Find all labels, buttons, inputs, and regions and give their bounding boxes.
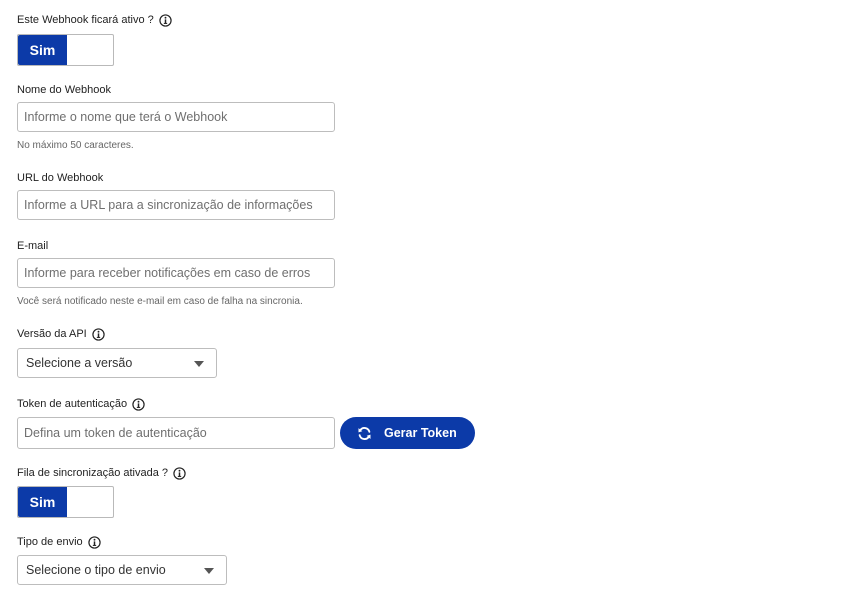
email-field-label: E-mail <box>17 240 49 252</box>
api-version-select[interactable]: Selecione a versão <box>17 348 217 378</box>
chevron-down-icon <box>194 361 204 367</box>
info-icon[interactable] <box>132 398 145 411</box>
info-icon[interactable] <box>173 467 186 480</box>
active-toggle-field: Este Webhook ficará ativo ? <box>17 14 172 27</box>
webhook-name-input[interactable] <box>17 102 335 132</box>
info-icon[interactable] <box>159 14 172 27</box>
sync-queue-toggle-on-label: Sim <box>18 487 67 517</box>
api-version-field: Versão da API <box>17 328 105 341</box>
sync-queue-field: Fila de sincronização ativada ? <box>17 467 186 480</box>
chevron-down-icon <box>204 568 214 574</box>
generate-token-button[interactable]: Gerar Token <box>340 417 475 449</box>
name-field-label: Nome do Webhook <box>17 84 111 96</box>
info-icon[interactable] <box>87 536 101 549</box>
token-field: Token de autenticação <box>17 398 145 411</box>
url-field-label: URL do Webhook <box>17 172 104 184</box>
email-field-hint: Você será notificado neste e-mail em cas… <box>17 296 303 307</box>
info-icon[interactable] <box>92 328 105 341</box>
name-field: Nome do Webhook <box>17 84 111 97</box>
active-toggle-label: Este Webhook ficará ativo ? <box>17 14 154 26</box>
url-field: URL do Webhook <box>17 172 103 185</box>
name-field-hint: No máximo 50 caracteres. <box>17 140 134 151</box>
active-toggle[interactable]: Sim <box>17 34 114 66</box>
active-toggle-on-label: Sim <box>18 35 67 65</box>
send-type-field: Tipo de envio <box>17 536 101 549</box>
api-version-label: Versão da API <box>17 328 87 340</box>
token-input[interactable] <box>17 417 335 449</box>
api-version-selected: Selecione a versão <box>26 356 133 370</box>
generate-token-label: Gerar Token <box>384 426 457 440</box>
send-type-label: Tipo de envio <box>17 536 83 548</box>
email-field: E-mail <box>17 240 48 253</box>
sync-queue-toggle[interactable]: Sim <box>17 486 114 518</box>
email-input[interactable] <box>17 258 335 288</box>
webhook-url-input[interactable] <box>17 190 335 220</box>
refresh-icon <box>358 427 371 440</box>
token-field-label: Token de autenticação <box>17 398 128 410</box>
send-type-selected: Selecione o tipo de envio <box>26 563 166 577</box>
sync-queue-label: Fila de sincronização ativada ? <box>17 467 169 479</box>
send-type-select[interactable]: Selecione o tipo de envio <box>17 555 227 585</box>
